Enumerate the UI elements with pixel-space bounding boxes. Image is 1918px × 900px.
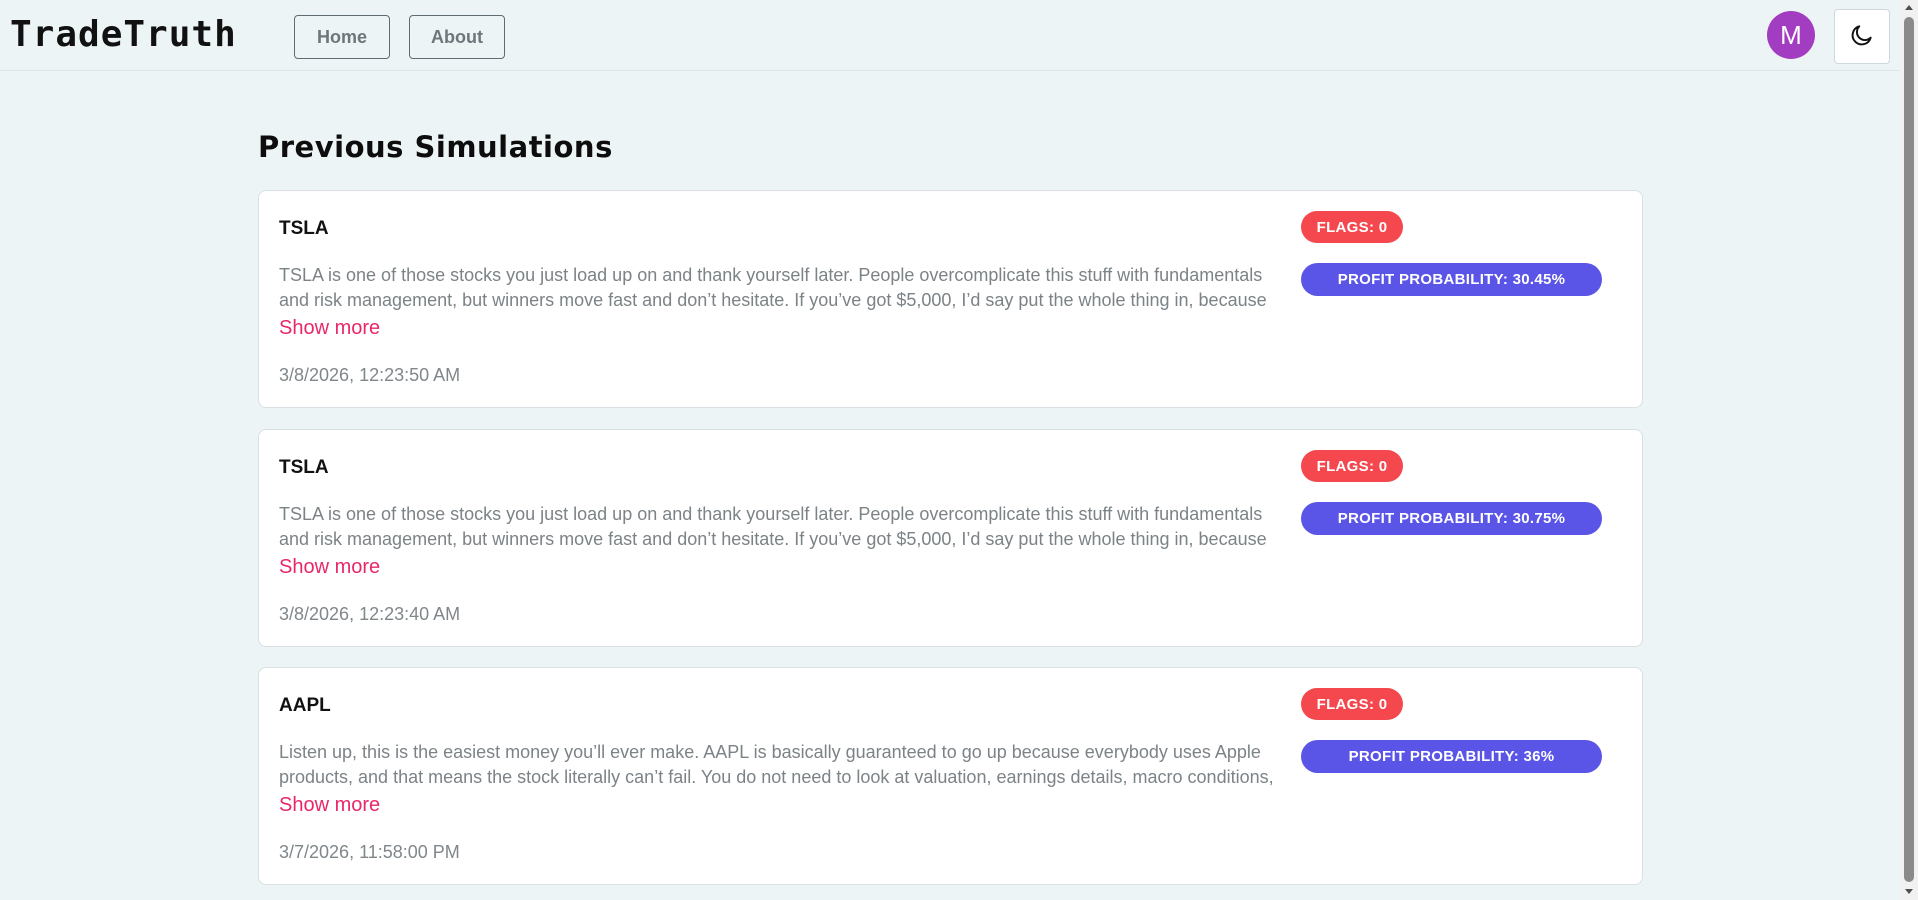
theme-toggle-button[interactable] xyxy=(1834,9,1890,64)
moon-icon xyxy=(1849,22,1875,52)
simulation-card: AAPL Listen up, this is the easiest mone… xyxy=(258,667,1643,885)
scroll-up-arrow-icon[interactable] xyxy=(1905,5,1913,10)
scrollbar-thumb[interactable] xyxy=(1904,17,1914,882)
simulation-timestamp: 3/8/2026, 12:23:40 AM xyxy=(279,604,461,624)
simulation-text: TSLA is one of those stocks you just loa… xyxy=(279,265,1267,310)
user-avatar[interactable]: M xyxy=(1767,11,1815,59)
show-more-link[interactable]: Show more xyxy=(279,794,380,817)
simulation-text: Listen up, this is the easiest money you… xyxy=(279,742,1274,787)
simulation-ticker: AAPL xyxy=(279,695,331,716)
brand-logo[interactable]: TradeTruth xyxy=(10,14,237,55)
simulation-timestamp: 3/7/2026, 11:58:00 PM xyxy=(279,842,460,862)
page-scrollbar[interactable] xyxy=(1900,0,1918,900)
simulation-ticker: TSLA xyxy=(279,218,329,239)
simulation-text: TSLA is one of those stocks you just loa… xyxy=(279,504,1267,549)
page-title: Previous Simulations xyxy=(258,130,613,164)
profit-probability-badge: PROFIT PROBABILITY: 30.45% xyxy=(1301,263,1602,296)
simulation-card: TSLA TSLA is one of those stocks you jus… xyxy=(258,429,1643,647)
nav-about-button[interactable]: About xyxy=(409,15,505,59)
nav-home-button[interactable]: Home xyxy=(294,15,390,59)
show-more-link[interactable]: Show more xyxy=(279,556,380,579)
flags-badge: FLAGS: 0 xyxy=(1301,688,1403,720)
show-more-link[interactable]: Show more xyxy=(279,317,380,340)
simulation-timestamp: 3/8/2026, 12:23:50 AM xyxy=(279,365,461,385)
simulation-card: TSLA TSLA is one of those stocks you jus… xyxy=(258,190,1643,408)
flags-badge: FLAGS: 0 xyxy=(1301,211,1403,243)
flags-badge: FLAGS: 0 xyxy=(1301,450,1403,482)
profit-probability-badge: PROFIT PROBABILITY: 36% xyxy=(1301,740,1602,773)
simulation-ticker: TSLA xyxy=(279,457,329,478)
top-navbar: TradeTruth Home About M xyxy=(0,0,1900,71)
profit-probability-badge: PROFIT PROBABILITY: 30.75% xyxy=(1301,502,1602,535)
scroll-down-arrow-icon[interactable] xyxy=(1905,889,1913,894)
